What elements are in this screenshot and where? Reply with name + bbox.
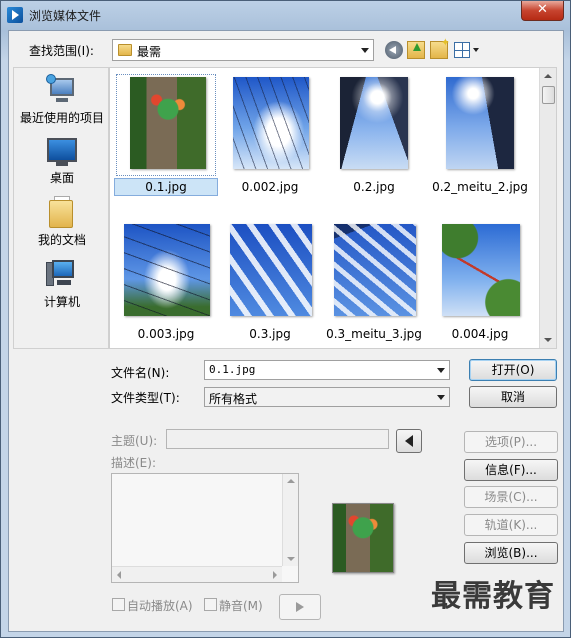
computer-icon [46, 258, 78, 290]
file-name: 0.003.jpg [137, 327, 195, 341]
file-name: 0.1.jpg [114, 178, 218, 196]
file-item[interactable]: 0.3.jpg [218, 221, 322, 348]
file-item[interactable]: 0.003.jpg [114, 221, 218, 348]
dialog-window: 浏览媒体文件 ✕ 查找范围(I): 最需 最近使用的项目 桌面 [0, 0, 571, 638]
file-name: 0.002.jpg [241, 180, 299, 194]
scroll-thumb[interactable] [542, 86, 555, 104]
place-label: 计算机 [43, 295, 80, 309]
autoplay-label: 自动播放(A) [127, 599, 193, 613]
autoplay-checkbox[interactable] [112, 598, 125, 611]
thumbnail-image [230, 224, 312, 316]
window-title: 浏览媒体文件 [29, 9, 102, 23]
file-item[interactable]: 0.3_meitu_3.jpg [322, 221, 426, 348]
file-name: 0.2_meitu_2.jpg [432, 180, 528, 194]
chevron-down-icon[interactable] [437, 368, 445, 373]
file-name: 0.004.jpg [451, 327, 509, 341]
play-button[interactable] [279, 594, 321, 620]
thumbnail-image [124, 224, 210, 316]
chevron-down-icon [361, 48, 369, 53]
view-menu-arrow-icon[interactable] [473, 48, 479, 52]
description-label: 描述(E): [111, 456, 156, 470]
options-button[interactable]: 选项(P)... [464, 431, 558, 453]
thumbnail-image [446, 77, 514, 169]
place-label: 最近使用的项目 [19, 111, 104, 125]
file-item[interactable]: 0.004.jpg [428, 221, 532, 348]
place-desktop[interactable]: 桌面 [14, 138, 110, 186]
browse-button[interactable]: 浏览(B)... [464, 542, 558, 564]
arrow-left-icon [405, 435, 413, 447]
place-recent[interactable]: 最近使用的项目 [14, 74, 110, 126]
preview-image [332, 503, 394, 573]
mute-label: 静音(M) [219, 599, 263, 613]
new-folder-icon[interactable] [430, 36, 450, 59]
filetype-dropdown[interactable]: 所有格式 [204, 387, 450, 407]
watermark-text: 最需教育 [431, 579, 555, 614]
view-menu-icon[interactable] [454, 42, 470, 58]
apply-subject-button[interactable] [396, 429, 422, 453]
place-label: 我的文档 [37, 233, 86, 247]
filename-label: 文件名(N): [111, 366, 170, 380]
lookin-label: 查找范围(I): [29, 44, 94, 58]
place-label: 桌面 [49, 171, 74, 185]
lookin-value: 最需 [137, 45, 162, 59]
app-icon [7, 7, 23, 23]
file-item[interactable]: 0.1.jpg [114, 74, 218, 202]
file-item[interactable]: 0.2_meitu_2.jpg [428, 74, 532, 202]
scroll-down-icon[interactable] [540, 331, 556, 348]
scene-button[interactable]: 场景(C)... [464, 486, 558, 508]
lookin-dropdown[interactable]: 最需 [112, 39, 374, 61]
places-bar: 最近使用的项目 桌面 我的文档 计算机 [13, 67, 109, 349]
file-list-scrollbar[interactable] [539, 68, 556, 348]
file-item[interactable]: 0.002.jpg [218, 74, 322, 202]
info-button[interactable]: 信息(F)... [464, 459, 558, 481]
file-name: 0.3.jpg [249, 327, 291, 341]
thumbnail-image [334, 224, 416, 316]
mute-checkbox[interactable] [204, 598, 217, 611]
description-field[interactable] [111, 473, 299, 583]
open-button[interactable]: 打开(O) [469, 359, 557, 381]
play-icon [296, 602, 304, 612]
thumbnail-image [340, 77, 408, 169]
description-hscrollbar[interactable] [112, 566, 282, 582]
thumbnail-image [233, 77, 309, 169]
folder-icon [118, 44, 132, 56]
desktop-icon [47, 138, 77, 162]
file-name: 0.2.jpg [353, 180, 395, 194]
subject-field[interactable] [166, 429, 389, 449]
dialog-client: 查找范围(I): 最需 最近使用的项目 桌面 [8, 30, 564, 632]
up-folder-icon[interactable] [407, 41, 425, 59]
place-documents[interactable]: 我的文档 [14, 196, 110, 248]
chevron-down-icon [437, 395, 445, 400]
documents-folder-icon [49, 196, 75, 228]
filename-value: 0.1.jpg [209, 363, 256, 376]
subject-label: 主题(U): [111, 434, 158, 448]
thumbnail-image [442, 224, 520, 316]
filetype-value: 所有格式 [209, 392, 258, 406]
title-bar[interactable]: 浏览媒体文件 ✕ [1, 1, 570, 29]
thumbnail-image [130, 77, 206, 169]
track-button[interactable]: 轨道(K)... [464, 514, 558, 536]
description-scrollbar[interactable] [282, 474, 298, 566]
place-computer[interactable]: 计算机 [14, 258, 110, 310]
cancel-button[interactable]: 取消 [469, 386, 557, 408]
file-item[interactable]: 0.2.jpg [322, 74, 426, 202]
scroll-up-icon[interactable] [540, 68, 556, 85]
file-name: 0.3_meitu_3.jpg [326, 327, 422, 341]
recent-items-icon [46, 74, 78, 106]
filename-field[interactable]: 0.1.jpg [204, 360, 450, 380]
close-button[interactable]: ✕ [521, 1, 564, 21]
filetype-label: 文件类型(T): [111, 391, 180, 405]
back-icon[interactable] [385, 41, 403, 59]
file-list[interactable]: 0.1.jpg 0.002.jpg 0.2.jpg 0.2_meitu_2.jp… [109, 67, 557, 349]
